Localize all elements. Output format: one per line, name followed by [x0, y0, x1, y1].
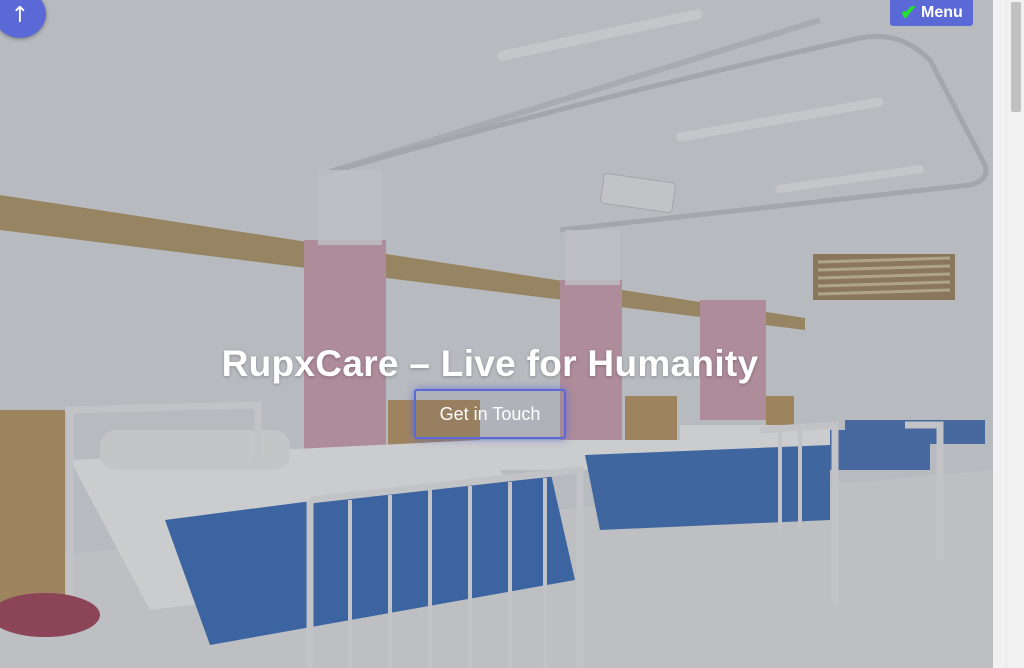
menu-label: Menu: [920, 3, 963, 21]
checkmark-icon: ✔: [900, 1, 917, 24]
get-in-touch-button[interactable]: Get in Touch: [414, 389, 566, 439]
menu-button[interactable]: ✔ Menu: [890, 0, 973, 26]
hero-headline: RupxCare – Live for Humanity: [221, 342, 759, 384]
page-scrollbar[interactable]: [1006, 0, 1024, 668]
hero-section: [0, 0, 993, 668]
scrollbar-thumb[interactable]: [1011, 2, 1021, 112]
arrow-up-icon: ↑: [10, 3, 30, 28]
hero-dark-overlay: [0, 0, 993, 668]
